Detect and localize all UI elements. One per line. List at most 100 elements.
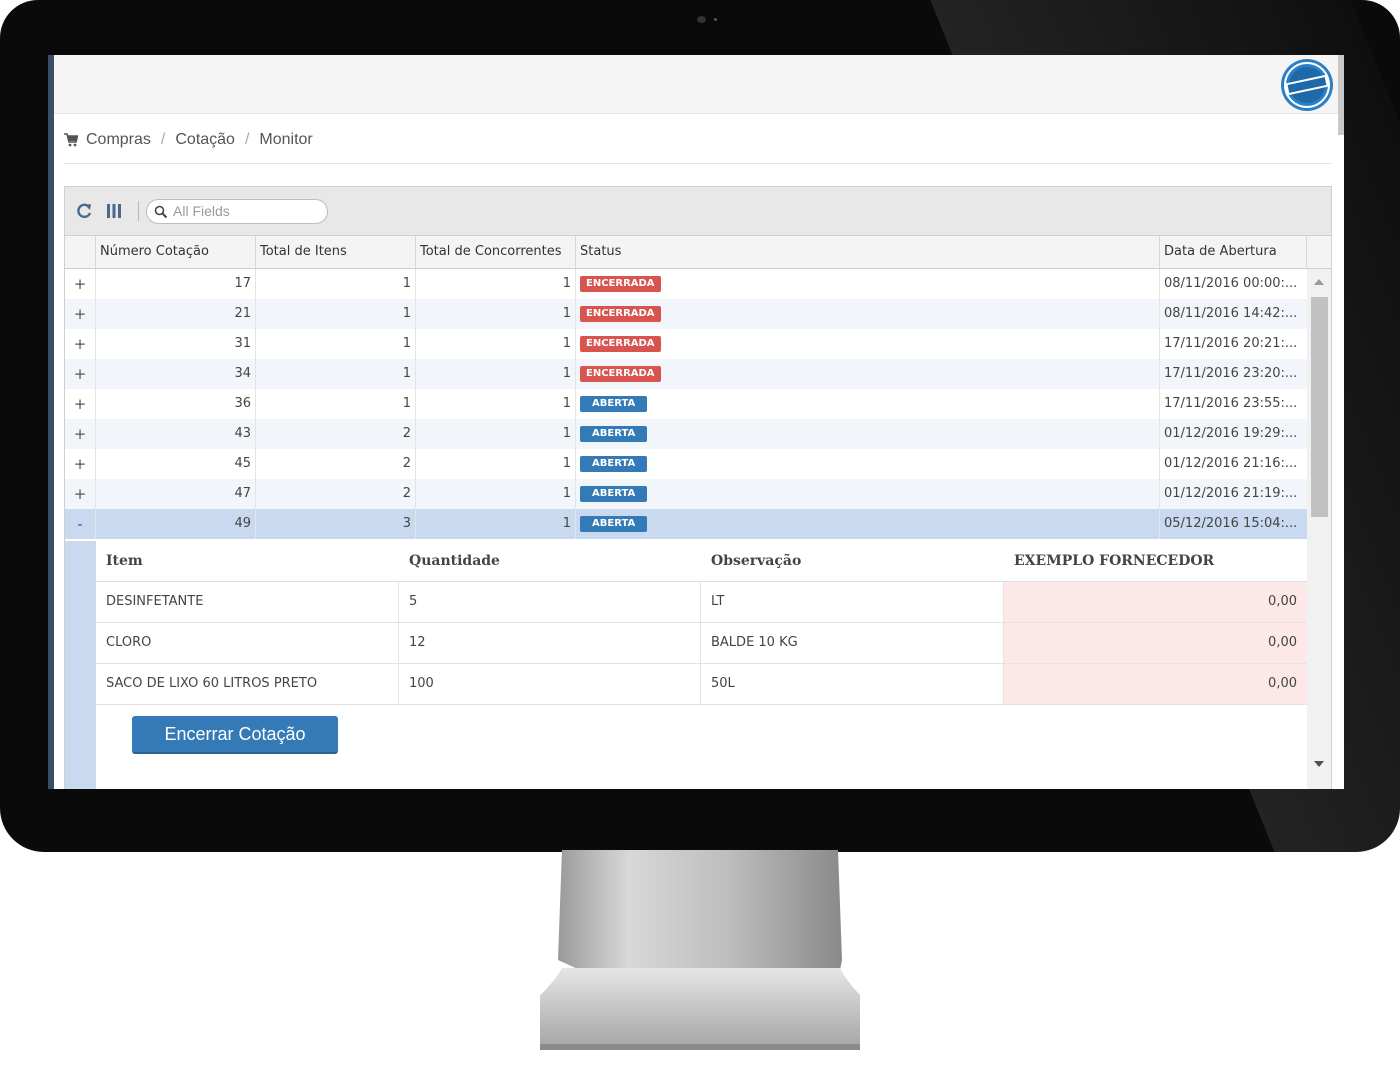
cell-observacao: LT	[701, 582, 1004, 622]
cell-concorrentes: 1	[416, 359, 576, 389]
expand-toggle[interactable]: +	[65, 419, 96, 449]
table-row[interactable]: + 36 1 1 ABERTA 17/11/2016 23:55:...	[65, 389, 1307, 419]
page-scrollbar[interactable]	[1338, 55, 1344, 135]
breadcrumb-item-cotacao[interactable]: Cotação	[175, 131, 235, 149]
grid-panel: Número Cotação Total de Itens Total de C…	[64, 186, 1332, 789]
cell-quantidade: 5	[399, 582, 701, 622]
subgrid-header-fornecedor: EXEMPLO FORNECEDOR	[1014, 553, 1215, 569]
cell-item: DESINFETANTE	[96, 582, 399, 622]
column-header-data[interactable]: Data de Abertura	[1160, 236, 1307, 268]
cell-supplier-price[interactable]: 0,00	[1004, 664, 1307, 704]
grid-toolbar	[65, 187, 1331, 236]
expand-toggle[interactable]: +	[65, 329, 96, 359]
cell-concorrentes: 1	[416, 269, 576, 299]
expand-toggle[interactable]: +	[65, 389, 96, 419]
cell-status: ABERTA	[576, 449, 1160, 479]
expand-toggle[interactable]: +	[65, 299, 96, 329]
camera-led	[714, 18, 717, 21]
column-header-numero[interactable]: Número Cotação	[96, 236, 256, 268]
cell-itens: 2	[256, 479, 416, 509]
breadcrumb-separator: /	[160, 131, 166, 148]
subgrid-header-quantidade: Quantidade	[409, 553, 500, 569]
breadcrumb-item-compras[interactable]: Compras	[86, 131, 151, 149]
toolbar-separator	[138, 201, 139, 221]
detail-gutter	[65, 541, 96, 789]
scroll-down-icon[interactable]	[1314, 761, 1324, 767]
top-bar	[54, 55, 1344, 114]
columns-icon[interactable]	[105, 202, 123, 220]
cell-numero: 36	[96, 389, 256, 419]
search-input[interactable]	[173, 200, 318, 223]
expand-toggle[interactable]: +	[65, 269, 96, 299]
cell-numero: 21	[96, 299, 256, 329]
column-header-status[interactable]: Status	[576, 236, 1160, 268]
encerrar-cotacao-button[interactable]: Encerrar Cotação	[132, 716, 338, 754]
cell-quantidade: 12	[399, 623, 701, 663]
table-row-selected[interactable]: - 49 3 1 ABERTA 05/12/2016 15:04:...	[65, 509, 1307, 539]
scrollbar-thumb[interactable]	[1311, 297, 1328, 517]
expander-header	[65, 236, 96, 268]
cell-itens: 2	[256, 419, 416, 449]
status-badge: ENCERRADA	[580, 275, 661, 292]
cell-numero: 34	[96, 359, 256, 389]
cell-data: 01/12/2016 21:19:...	[1164, 486, 1298, 501]
cell-data: 17/11/2016 23:55:...	[1164, 396, 1298, 411]
detail-subgrid: Item Quantidade Observação EXEMPLO FORNE…	[96, 541, 1307, 754]
column-header-itens[interactable]: Total de Itens	[256, 236, 416, 268]
cell-numero: 17	[96, 269, 256, 299]
subgrid-row: CLORO 12 BALDE 10 KG 0,00	[96, 623, 1307, 664]
expand-toggle[interactable]: +	[65, 449, 96, 479]
cell-itens: 1	[256, 359, 416, 389]
cell-supplier-price[interactable]: 0,00	[1004, 582, 1307, 622]
refresh-icon[interactable]	[75, 202, 93, 220]
resolvido-logo	[1281, 59, 1333, 111]
cell-status: ENCERRADA	[576, 299, 1160, 329]
scroll-up-icon[interactable]	[1314, 279, 1324, 285]
subgrid-row: SACO DE LIXO 60 LITROS PRETO 100 50L 0,0…	[96, 664, 1307, 705]
table-row[interactable]: + 43 2 1 ABERTA 01/12/2016 19:29:...	[65, 419, 1307, 449]
cell-concorrentes: 1	[416, 329, 576, 359]
cell-itens: 1	[256, 299, 416, 329]
table-row[interactable]: + 45 2 1 ABERTA 01/12/2016 21:16:...	[65, 449, 1307, 479]
subgrid-header-item: Item	[106, 553, 143, 569]
cell-numero: 31	[96, 329, 256, 359]
cell-status: ENCERRADA	[576, 269, 1160, 299]
monitor-bezel: Compras / Cotação / Monitor All Fields N…	[0, 0, 1400, 852]
camera-icon	[697, 16, 706, 23]
screen: Compras / Cotação / Monitor All Fields N…	[48, 55, 1344, 789]
cell-status: ABERTA	[576, 509, 1160, 539]
cell-concorrentes: 1	[416, 389, 576, 419]
cell-concorrentes: 1	[416, 299, 576, 329]
expand-toggle[interactable]: +	[65, 479, 96, 509]
status-badge: ENCERRADA	[580, 365, 661, 382]
table-row[interactable]: + 47 2 1 ABERTA 01/12/2016 21:19:...	[65, 479, 1307, 509]
cell-concorrentes: 1	[416, 509, 576, 539]
cell-concorrentes: 1	[416, 449, 576, 479]
status-badge: ABERTA	[580, 395, 648, 412]
cell-numero: 45	[96, 449, 256, 479]
table-row[interactable]: + 17 1 1 ENCERRADA 08/11/2016 00:00:...	[65, 269, 1307, 299]
search-box[interactable]	[146, 199, 328, 224]
table-row[interactable]: + 21 1 1 ENCERRADA 08/11/2016 14:42:...	[65, 299, 1307, 329]
table-row[interactable]: + 31 1 1 ENCERRADA 17/11/2016 20:21:...	[65, 329, 1307, 359]
subgrid-row: DESINFETANTE 5 LT 0,00	[96, 582, 1307, 623]
table-row[interactable]: + 34 1 1 ENCERRADA 17/11/2016 23:20:...	[65, 359, 1307, 389]
collapse-toggle[interactable]: -	[65, 509, 96, 539]
cell-supplier-price[interactable]: 0,00	[1004, 623, 1307, 663]
cell-itens: 2	[256, 449, 416, 479]
row-detail: Item Quantidade Observação EXEMPLO FORNE…	[65, 541, 1307, 789]
shopping-cart-icon	[64, 133, 78, 147]
cell-concorrentes: 1	[416, 419, 576, 449]
column-header-concorrentes[interactable]: Total de Concorrentes	[416, 236, 576, 268]
expand-toggle[interactable]: +	[65, 359, 96, 389]
grid-rows: + 17 1 1 ENCERRADA 08/11/2016 00:00:... …	[65, 269, 1307, 539]
cell-status: ENCERRADA	[576, 359, 1160, 389]
header-spacer	[1307, 236, 1331, 268]
cell-data: 17/11/2016 23:20:...	[1164, 366, 1298, 381]
cell-item: CLORO	[96, 623, 399, 663]
cell-status: ENCERRADA	[576, 329, 1160, 359]
grid-scrollbar[interactable]	[1307, 269, 1331, 789]
sidebar-edge	[48, 55, 54, 789]
cell-numero: 47	[96, 479, 256, 509]
cell-itens: 1	[256, 389, 416, 419]
